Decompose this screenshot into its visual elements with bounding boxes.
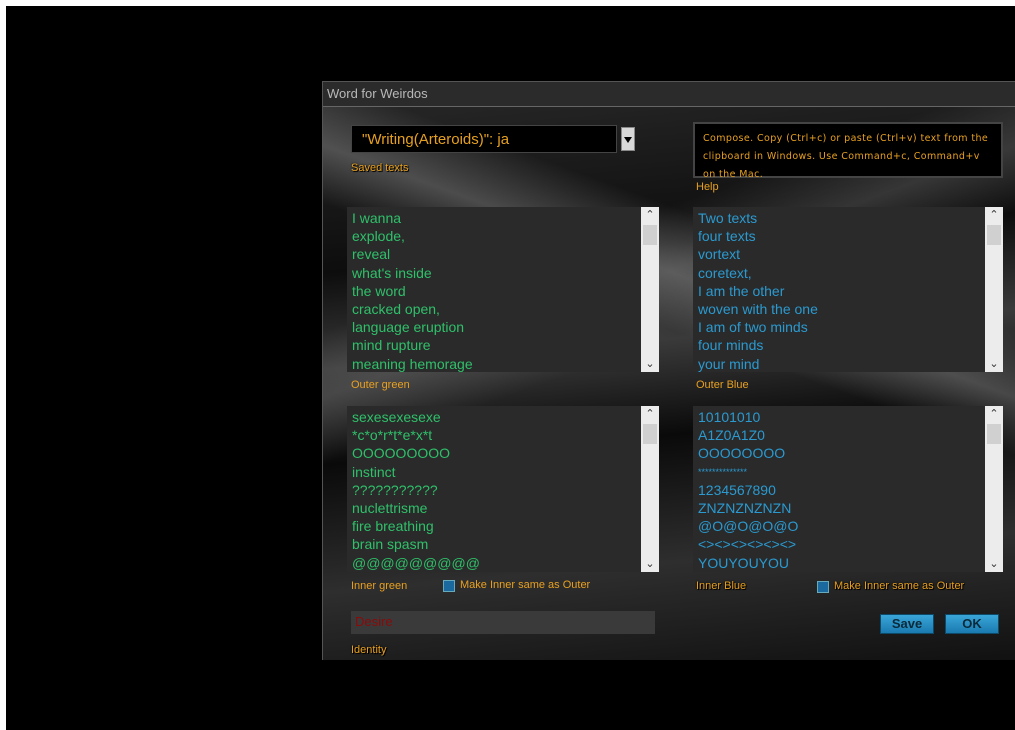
text-line: @@@@@@@@@: [352, 554, 480, 571]
text-line: YOUYOUYOU: [698, 554, 790, 571]
scroll-up-icon[interactable]: ⌃: [641, 406, 659, 422]
text-line: 10101010: [698, 409, 761, 425]
help-box: Compose. Copy (Ctrl+c) or paste (Ctrl+v)…: [693, 122, 1003, 180]
text-line: what's inside: [352, 264, 432, 281]
text-line: nuclettrisme: [352, 499, 428, 516]
scroll-down-icon[interactable]: ⌄: [985, 356, 1003, 372]
inner-blue-same-label: Make Inner same as Outer: [834, 580, 965, 592]
scroll-down-icon[interactable]: ⌄: [985, 556, 1003, 572]
text-line: explode,: [352, 228, 405, 245]
text-line: woven with the one: [698, 300, 818, 317]
saved-texts-value: "Writing(Arteroids)": ja: [362, 131, 510, 148]
inner-green-label: Inner green: [351, 580, 408, 592]
inner-blue-label: Inner Blue: [696, 580, 747, 592]
scroll-thumb[interactable]: [987, 424, 1001, 444]
text-line: four minds: [698, 337, 764, 354]
title-bar[interactable]: Word for Weirdos: [323, 82, 1015, 107]
text-line: instinct: [352, 463, 396, 480]
saved-texts-dropdown[interactable]: "Writing(Arteroids)": ja: [351, 125, 636, 153]
ok-button[interactable]: OK: [945, 614, 999, 634]
text-line: coretext,: [698, 264, 752, 281]
identity-label: Identity: [351, 644, 387, 656]
text-line: meaning hemorage: [352, 355, 473, 372]
text-line: OOOOOOOOO: [352, 445, 451, 462]
help-text: Compose. Copy (Ctrl+c) or paste (Ctrl+v)…: [703, 133, 989, 180]
outer-blue-label: Outer Blue: [696, 379, 749, 391]
text-line: vortext: [698, 246, 741, 263]
text-line: mind rupture: [352, 337, 431, 354]
scrollbar[interactable]: ⌃ ⌄: [641, 406, 659, 572]
text-line: language eruption: [352, 319, 465, 336]
scroll-thumb[interactable]: [987, 225, 1001, 245]
text-line: ZNZNZNZNZN: [698, 499, 792, 516]
inner-blue-same-checkbox[interactable]: [817, 581, 829, 593]
text-line: the word: [352, 282, 406, 299]
text-line: reveal: [352, 246, 391, 263]
save-button[interactable]: Save: [880, 614, 934, 634]
text-line: ???????????: [352, 481, 438, 498]
outer-green-label: Outer green: [351, 379, 410, 391]
text-line: I am of two minds: [698, 319, 808, 336]
inner-green-textarea[interactable]: sexesexesexe *c*o*r*t*e*x*t OOOOOOOOO insti…: [347, 406, 659, 572]
text-line: Two texts: [698, 210, 758, 226]
scrollbar[interactable]: ⌃ ⌄: [641, 207, 659, 372]
text-line: A1Z0A1Z0: [698, 427, 765, 444]
outer-blue-textarea[interactable]: Two texts four texts vortext coretext, I am …: [693, 207, 1003, 372]
scroll-down-icon[interactable]: ⌄: [641, 356, 659, 372]
text-line: OOOOOOOO: [698, 445, 786, 462]
text-line: brain spasm: [352, 536, 429, 553]
chevron-down-icon[interactable]: [621, 127, 635, 151]
text-line: I am the other: [698, 282, 785, 299]
text-line: I wanna: [352, 210, 402, 226]
text-line: <><><><><><>: [698, 536, 797, 553]
saved-texts-select[interactable]: "Writing(Arteroids)": ja: [351, 125, 617, 153]
identity-value: Desire: [355, 614, 393, 629]
scrollbar[interactable]: ⌃ ⌄: [985, 207, 1003, 372]
text-line: sexesexesexe: [352, 409, 441, 425]
outer-green-textarea[interactable]: I wanna explode, reveal what's inside the wo…: [347, 207, 659, 372]
text-line: four texts: [698, 228, 756, 245]
text-line: cracked open,: [352, 300, 440, 317]
text-line: @O@O@O@O: [698, 518, 799, 535]
inner-blue-textarea[interactable]: 10101010 A1Z0A1Z0 OOOOOOOO ************** 12…: [693, 406, 1003, 572]
help-label: Help: [696, 181, 719, 193]
scrollbar[interactable]: ⌃ ⌄: [985, 406, 1003, 572]
scroll-thumb[interactable]: [643, 424, 657, 444]
scroll-up-icon[interactable]: ⌃: [985, 406, 1003, 422]
identity-input[interactable]: Desire: [351, 611, 655, 634]
inner-green-same-label: Make Inner same as Outer: [460, 579, 591, 591]
text-line: **************: [698, 466, 748, 477]
scroll-up-icon[interactable]: ⌃: [641, 207, 659, 223]
text-line: 1234567890: [698, 481, 776, 498]
inner-green-same-checkbox[interactable]: [443, 580, 455, 592]
saved-texts-label: Saved texts: [351, 162, 409, 174]
text-line: fire breathing: [352, 518, 434, 535]
scroll-down-icon[interactable]: ⌄: [641, 556, 659, 572]
text-line: *c*o*r*t*e*x*t: [352, 427, 433, 444]
scroll-up-icon[interactable]: ⌃: [985, 207, 1003, 223]
dialog-window: Word for Weirdos "Writing(Arteroids)": j…: [322, 81, 1015, 660]
text-line: your mind: [698, 355, 760, 372]
window-title: Word for Weirdos: [327, 86, 428, 101]
scroll-thumb[interactable]: [643, 225, 657, 245]
